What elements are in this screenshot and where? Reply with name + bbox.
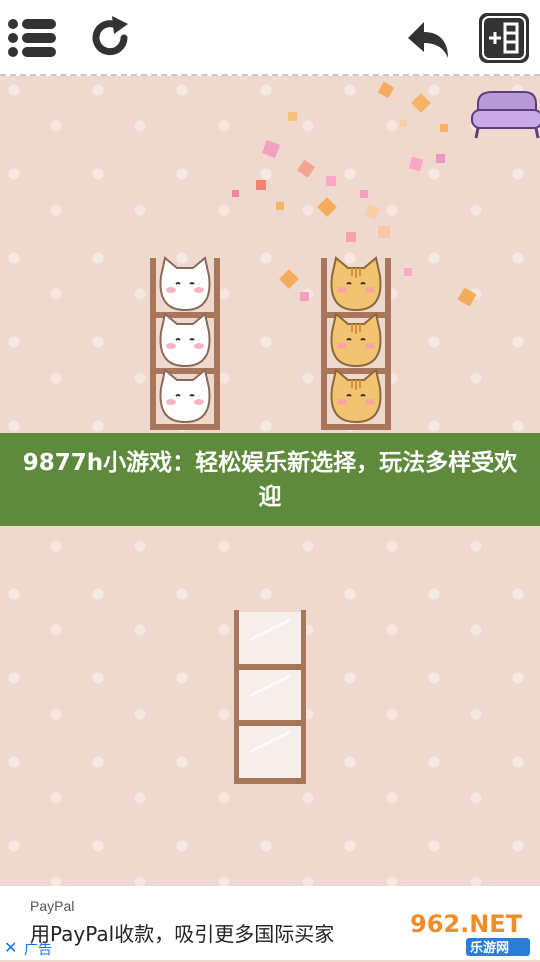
shelf[interactable] — [321, 256, 391, 430]
undo-icon — [408, 22, 448, 58]
undo-button[interactable] — [400, 10, 456, 66]
shelf-empty[interactable] — [234, 610, 306, 784]
cat-orange[interactable] — [330, 312, 382, 368]
watermark: 962.NET 乐游网 — [404, 902, 534, 962]
sofa-icon — [471, 91, 540, 139]
restart-icon — [92, 16, 128, 56]
add-shelf-icon — [479, 13, 529, 63]
banner-text: 9877h小游戏：轻松娱乐新选择，玩法多样受欢迎 — [22, 449, 518, 510]
ad-brand: PayPal — [30, 898, 75, 914]
watermark-site: 乐游网 — [470, 940, 509, 956]
cat-orange[interactable] — [330, 256, 382, 312]
menu-list-icon — [8, 19, 56, 57]
ad-label: 广告 — [24, 942, 52, 958]
menu-button[interactable] — [4, 10, 60, 66]
cat-white[interactable] — [159, 368, 211, 424]
cat-orange[interactable] — [330, 368, 382, 424]
close-icon[interactable]: ✕ — [4, 938, 17, 957]
ad-text[interactable]: 用PayPal收款，吸引更多国际买家 — [30, 918, 334, 947]
shelf[interactable] — [150, 256, 220, 430]
cat-white[interactable] — [159, 312, 211, 368]
restart-button[interactable] — [82, 10, 138, 66]
add-shelf-button[interactable] — [476, 10, 532, 66]
watermark-logo: 962.NET — [410, 910, 523, 938]
cat-white[interactable] — [159, 256, 211, 312]
title-banner: 9877h小游戏：轻松娱乐新选择，玩法多样受欢迎 — [0, 433, 540, 526]
top-toolbar — [0, 0, 540, 76]
